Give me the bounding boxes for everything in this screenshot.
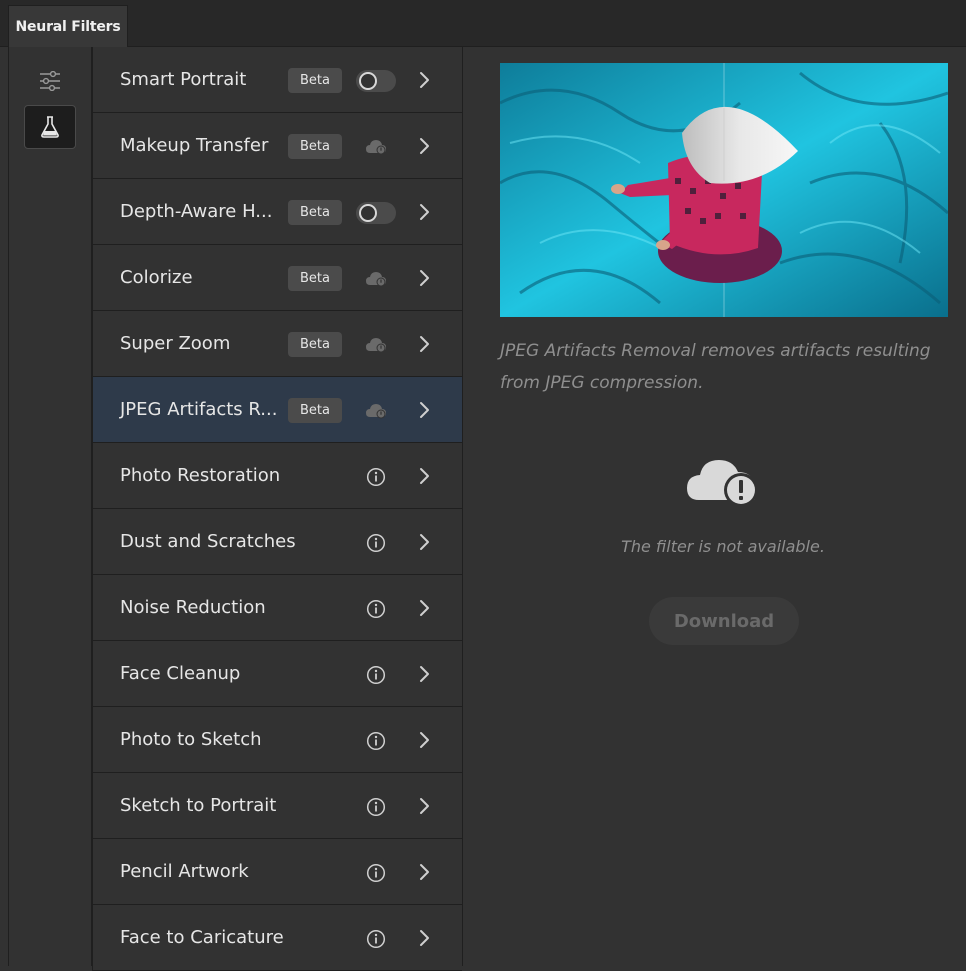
chevron-right-icon[interactable] (413, 134, 435, 158)
unavailable-message: The filter is not available. (621, 537, 825, 556)
info-icon[interactable] (355, 730, 397, 752)
filter-toggle[interactable] (355, 202, 397, 224)
filter-detail: JPEG Artifacts Removal removes artifacts… (463, 47, 966, 966)
filter-preview-image (500, 63, 948, 317)
filter-description: JPEG Artifacts Removal removes artifacts… (500, 341, 931, 393)
filter-name: Smart Portrait (120, 69, 247, 90)
rail-all-filters-button[interactable] (24, 59, 76, 103)
tab-neural-filters[interactable]: Neural Filters (8, 5, 128, 47)
info-icon[interactable] (355, 598, 397, 620)
filter-row[interactable]: Photo to Sketch (92, 707, 462, 773)
filter-name: Super Zoom (120, 333, 231, 354)
download-button[interactable]: Download (649, 597, 799, 645)
chevron-right-icon[interactable] (413, 266, 435, 290)
filter-row[interactable]: Smart Portrait Beta (92, 47, 462, 113)
beta-badge: Beta (288, 266, 342, 291)
chevron-right-icon[interactable] (413, 398, 435, 422)
neural-filters-panel: Neural Filters Smart Portrait Beta Makeu… (0, 0, 966, 971)
filter-name: Photo Restoration (120, 465, 281, 486)
rail-beta-filters-button[interactable] (24, 105, 76, 149)
chevron-right-icon[interactable] (413, 464, 435, 488)
filter-name: Noise Reduction (120, 597, 266, 618)
filter-name: Pencil Artwork (120, 861, 249, 882)
beta-badge: Beta (288, 332, 342, 357)
filter-row[interactable]: Dust and Scratches (92, 509, 462, 575)
cloud-download-icon[interactable] (355, 268, 397, 290)
filter-row[interactable]: JPEG Artifacts R... Beta (92, 377, 462, 443)
filter-toggle[interactable] (355, 70, 397, 92)
filter-row[interactable]: Sketch to Portrait (92, 773, 462, 839)
chevron-right-icon[interactable] (413, 332, 435, 356)
chevron-right-icon[interactable] (413, 794, 435, 818)
info-icon[interactable] (355, 862, 397, 884)
filter-list: Smart Portrait Beta Makeup Transfer Beta Dep… (92, 47, 463, 971)
cloud-download-icon[interactable] (355, 334, 397, 356)
filter-row[interactable]: Super Zoom Beta (92, 311, 462, 377)
chevron-right-icon[interactable] (413, 200, 435, 224)
beta-badge: Beta (288, 200, 342, 225)
cloud-alert-icon (687, 460, 758, 507)
filter-name: Photo to Sketch (120, 729, 262, 750)
info-icon[interactable] (355, 466, 397, 488)
beta-badge: Beta (288, 68, 342, 93)
beta-badge: Beta (288, 398, 342, 423)
filter-name: Face Cleanup (120, 663, 241, 684)
chevron-right-icon[interactable] (413, 530, 435, 554)
chevron-right-icon[interactable] (413, 68, 435, 92)
filter-name: JPEG Artifacts R... (120, 399, 278, 420)
cloud-download-icon[interactable] (355, 136, 397, 158)
filter-row[interactable]: Pencil Artwork (92, 839, 462, 905)
toggle-switch[interactable] (356, 202, 396, 224)
filter-name: Dust and Scratches (120, 531, 296, 552)
chevron-right-icon[interactable] (413, 596, 435, 620)
chevron-right-icon[interactable] (413, 662, 435, 686)
filter-row[interactable]: Makeup Transfer Beta (92, 113, 462, 179)
filter-name: Face to Caricature (120, 927, 284, 948)
filter-row[interactable]: Colorize Beta (92, 245, 462, 311)
chevron-right-icon[interactable] (413, 728, 435, 752)
filter-name: Sketch to Portrait (120, 795, 277, 816)
filter-row[interactable]: Noise Reduction (92, 575, 462, 641)
toggle-switch[interactable] (356, 70, 396, 92)
info-icon[interactable] (355, 532, 397, 554)
cloud-download-icon[interactable] (355, 400, 397, 422)
sliders-icon (40, 71, 60, 91)
panel-body: Smart Portrait Beta Makeup Transfer Beta Dep… (8, 47, 966, 971)
info-icon[interactable] (355, 664, 397, 686)
chevron-right-icon[interactable] (413, 860, 435, 884)
chevron-right-icon[interactable] (413, 926, 435, 950)
filter-row[interactable]: Photo Restoration (92, 443, 462, 509)
left-rail (9, 47, 92, 966)
filter-name: Colorize (120, 267, 193, 288)
filter-row[interactable]: Face to Caricature (92, 905, 462, 971)
info-icon[interactable] (355, 796, 397, 818)
beta-badge: Beta (288, 134, 342, 159)
filter-name: Depth-Aware H... (120, 201, 273, 222)
tab-bar: Neural Filters (0, 0, 966, 47)
flask-icon (41, 116, 59, 138)
filter-name: Makeup Transfer (120, 135, 269, 156)
info-icon[interactable] (355, 928, 397, 950)
filter-row[interactable]: Depth-Aware H... Beta (92, 179, 462, 245)
filter-row[interactable]: Face Cleanup (92, 641, 462, 707)
